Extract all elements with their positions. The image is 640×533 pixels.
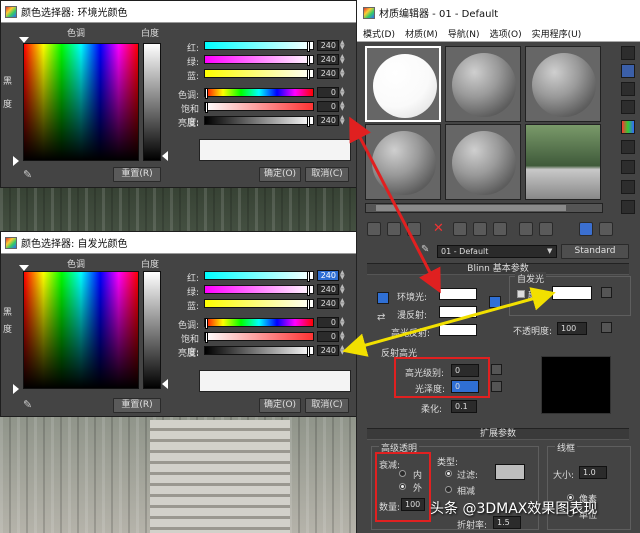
red-arrow <box>352 122 438 288</box>
annotation-arrows <box>0 0 640 533</box>
watermark: 头条 @3DMAX效果图表现 <box>430 498 597 518</box>
yellow-arrow <box>348 294 550 350</box>
